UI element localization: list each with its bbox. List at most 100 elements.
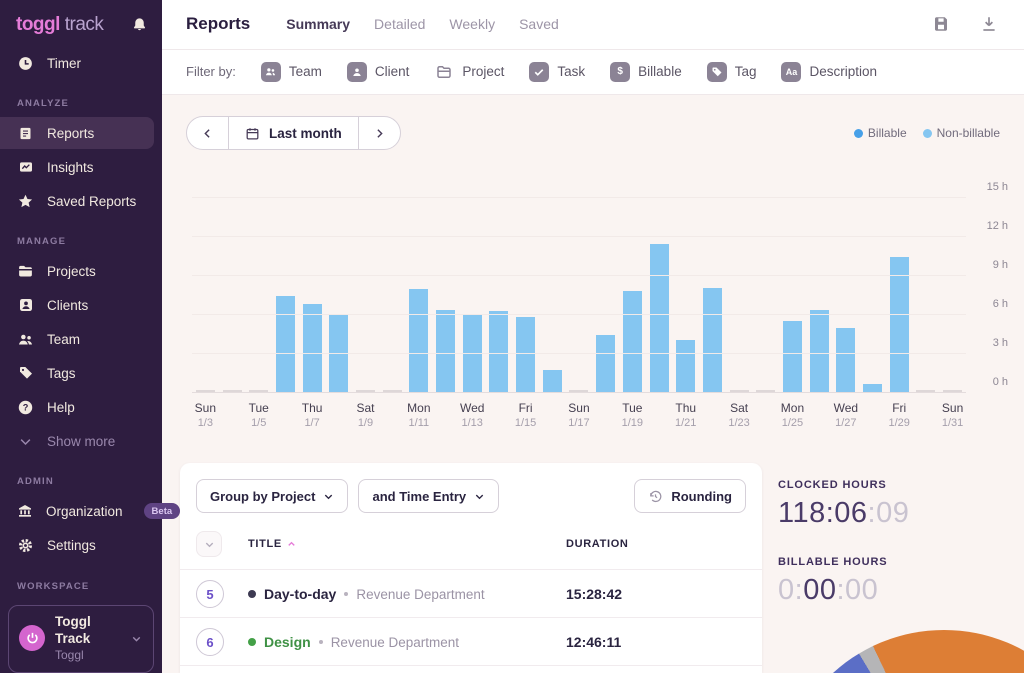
billable-dot [853,128,863,138]
main-area: Reports Summary Detailed Weekly Saved Fi… [162,0,1024,673]
download-icon[interactable] [980,15,998,33]
top-bar: Reports Summary Detailed Weekly Saved [162,0,1024,50]
sidebar-item-team[interactable]: Team [0,323,162,355]
bars-container [192,197,966,392]
sidebar-item-timer[interactable]: Timer [0,47,162,79]
notifications-bell-icon[interactable] [131,17,148,34]
sidebar-item-show-more[interactable]: Show more [0,425,162,457]
sidebar-item-tags[interactable]: Tags [0,357,162,389]
filter-project[interactable]: Project [434,61,504,82]
chevron-down-icon [17,434,34,449]
x-label [699,401,726,429]
table-row[interactable]: 5 Day-to-day Revenue Department 15:28:42 [180,570,762,618]
legend-billable[interactable]: Billable [853,126,907,140]
sort-asc-icon [288,541,295,546]
x-label: Fri 1/29 [888,401,910,429]
tab-summary[interactable]: Summary [286,16,350,32]
y-tick: 12 h [986,220,1008,232]
help-icon: ? [17,399,34,416]
table-row[interactable]: 6 Design Revenue Department 12:46:11 [180,618,762,666]
y-tick: 15 h [986,181,1008,193]
filter-client[interactable]: Client [346,61,409,82]
filter-description[interactable]: Aa Description [781,61,877,82]
sidebar-item-organization[interactable]: Organization Beta [0,495,181,527]
group-by-dropdown[interactable]: Group by Project [196,479,349,513]
column-header-duration[interactable]: DURATION [566,538,746,550]
project-filter-icon [434,61,455,82]
bar-1/18 [596,334,616,392]
sidebar-item-settings[interactable]: Settings [0,529,162,561]
filter-by-label: Filter by: [186,64,236,80]
gridline [192,236,966,237]
project-pie-chart [779,630,1024,673]
filter-task[interactable]: Task [529,61,585,82]
tab-detailed[interactable]: Detailed [374,16,425,32]
prev-period-button[interactable] [187,117,228,149]
svg-text:?: ? [23,402,29,412]
chevron-down-icon [325,494,333,499]
workspace-name: Toggl Track [55,614,91,647]
gridline [192,392,966,393]
clocked-hours-value: 118:06:09 [778,497,910,529]
sidebar-item-insights[interactable]: Insights [0,151,162,183]
section-title-admin: ADMIN [17,476,54,487]
date-range-button[interactable]: Last month [228,117,359,149]
gridline [192,314,966,315]
tag-filter-icon [706,61,727,82]
description-filter-icon: Aa [781,61,802,82]
filter-bar: Filter by: Team Client Project Task $ Bi… [162,49,1024,95]
tab-saved[interactable]: Saved [519,16,559,32]
project-title: Day-to-day [264,586,337,602]
bar-1/15 [516,316,536,392]
workspace-chevron-icon [130,632,143,645]
bar-1/12 [436,310,456,392]
x-label: Tue 1/19 [621,401,644,429]
gridline [192,353,966,354]
x-label: Sat 1/23 [728,401,750,429]
column-header-title[interactable]: TITLE [248,538,566,550]
sidebar-item-reports[interactable]: Reports [0,117,154,149]
y-tick: 9 h [992,259,1008,271]
x-label: Mon 1/25 [780,401,805,429]
rounding-history-icon [650,490,662,502]
y-tick: 0 h [992,376,1008,388]
billable-hours-value: 0:00:00 [778,574,879,606]
entry-count-badge[interactable]: 6 [196,628,224,656]
sidebar-item-saved-reports[interactable]: Saved Reports [0,185,162,217]
entry-count-badge[interactable]: 5 [196,580,224,608]
bar-1/16 [542,369,562,392]
filter-tag[interactable]: Tag [706,61,756,82]
duration-value: 15:28:42 [566,586,623,602]
bar-1/7 [302,303,322,392]
filter-billable[interactable]: $ Billable [610,61,682,82]
workspace-selector[interactable]: Toggl Track Toggl [8,605,154,673]
section-title-analyze: ANALYZE [17,98,69,109]
sidebar-item-help[interactable]: ? Help [0,391,162,423]
next-period-button[interactable] [359,117,400,149]
folder-icon [17,263,34,280]
summary-table-card: Group by Project and Time Entry Rounding [180,463,762,673]
project-color-dot [248,590,256,598]
sidebar: toggl track Timer ANALYZE Reports Insigh… [0,0,181,673]
legend-non-billable[interactable]: Non-billable [922,126,1000,140]
tab-weekly[interactable]: Weekly [449,16,495,32]
organization-icon [17,503,33,519]
team-icon [17,331,34,348]
rounding-button[interactable]: Rounding [634,479,746,513]
gridline [192,275,966,276]
client-name: Revenue Department [356,586,485,602]
x-label [752,401,779,429]
filter-team[interactable]: Team [260,61,322,82]
bar-1/6 [275,295,295,392]
sidebar-item-clients[interactable]: Clients [0,289,162,321]
x-label [859,401,886,429]
sub-group-dropdown[interactable]: and Time Entry [358,479,500,513]
chart-legend: Billable Non-billable [853,126,1000,140]
x-label: Sat 1/9 [356,401,375,429]
expand-all-button[interactable] [196,531,222,557]
sidebar-item-projects[interactable]: Projects [0,255,162,287]
x-label [646,401,673,429]
save-report-icon[interactable] [932,15,950,33]
x-label [806,401,833,429]
x-label: Thu 1/7 [301,401,323,429]
